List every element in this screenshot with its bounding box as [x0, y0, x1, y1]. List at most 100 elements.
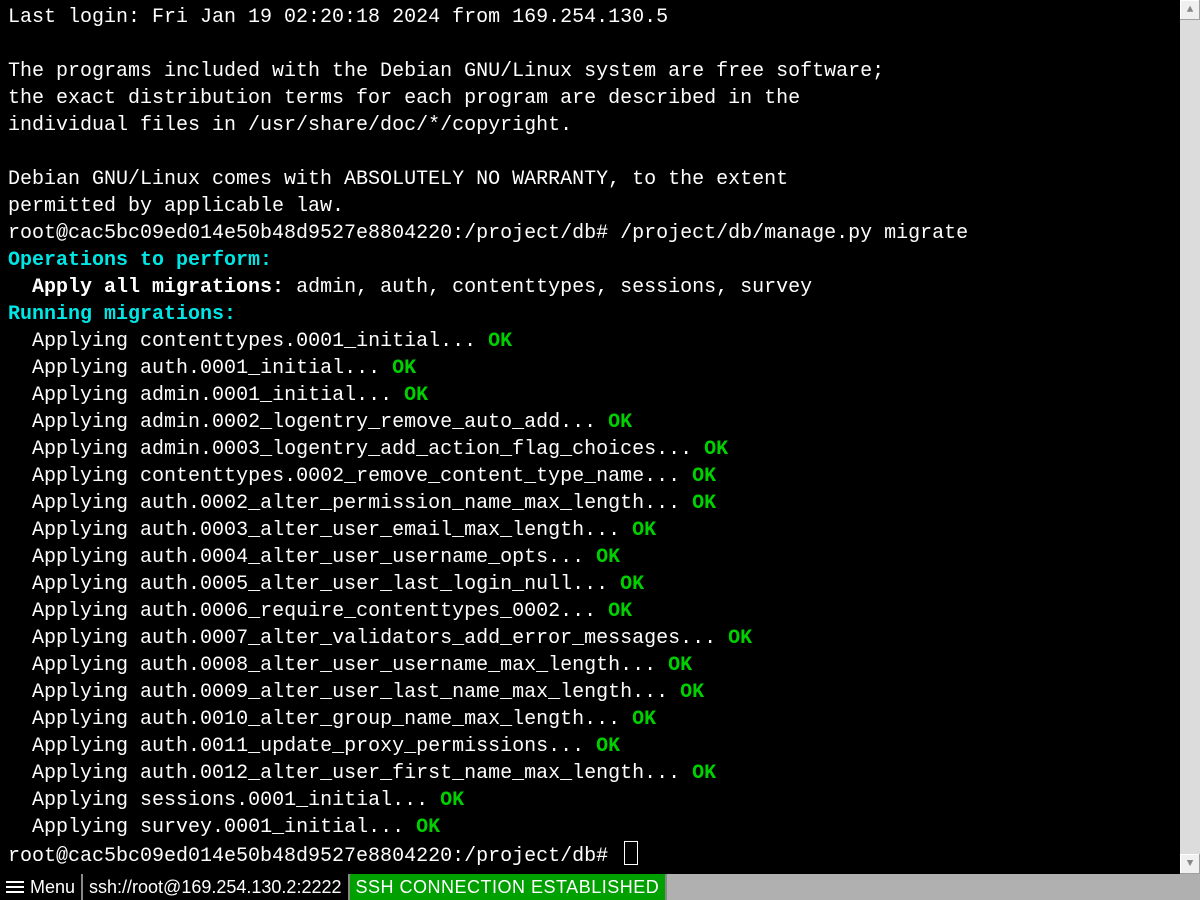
applying-dots: ...: [656, 438, 704, 461]
migration-name: auth.0002_alter_permission_name_max_leng…: [140, 492, 644, 515]
scroll-up-button[interactable]: ▲: [1180, 0, 1200, 20]
migrate-ops-header: Operations to perform:: [8, 247, 1176, 274]
motd-line: the exact distribution terms for each pr…: [8, 85, 1176, 112]
migration-ok: OK: [632, 519, 656, 542]
migrate-running-header: Running migrations:: [8, 301, 1176, 328]
migration-name: admin.0003_logentry_add_action_flag_choi…: [140, 438, 656, 461]
menu-label: Menu: [30, 874, 75, 900]
applying-dots: ...: [368, 816, 416, 839]
migration-row: Applying auth.0007_alter_validators_add_…: [8, 625, 1176, 652]
migration-row: Applying auth.0011_update_proxy_permissi…: [8, 733, 1176, 760]
applying-dots: ...: [680, 627, 728, 650]
migration-name: auth.0010_alter_group_name_max_length: [140, 708, 584, 731]
terminal-viewport[interactable]: Last login: Fri Jan 19 02:20:18 2024 fro…: [0, 0, 1180, 874]
motd-line: Debian GNU/Linux comes with ABSOLUTELY N…: [8, 166, 1176, 193]
migration-ok: OK: [596, 735, 620, 758]
migration-row: Applying contenttypes.0002_remove_conten…: [8, 463, 1176, 490]
migration-name: contenttypes.0001_initial: [140, 330, 440, 353]
migration-name: sessions.0001_initial: [140, 789, 392, 812]
applying-dots: ...: [560, 600, 608, 623]
motd-line: The programs included with the Debian GN…: [8, 58, 1176, 85]
connection-url[interactable]: ssh://root@169.254.130.2:2222: [83, 874, 349, 900]
migration-name: auth.0006_require_contenttypes_0002: [140, 600, 560, 623]
status-bar: Menu ssh://root@169.254.130.2:2222 SSH C…: [0, 874, 1200, 900]
motd-line: permitted by applicable law.: [8, 193, 1176, 220]
migration-row: Applying admin.0001_initial... OK: [8, 382, 1176, 409]
applying-dots: ...: [584, 708, 632, 731]
applying-prefix: Applying: [8, 816, 140, 839]
applying-prefix: Applying: [8, 465, 140, 488]
migration-ok: OK: [488, 330, 512, 353]
migration-row: Applying auth.0002_alter_permission_name…: [8, 490, 1176, 517]
migration-row: Applying sessions.0001_initial... OK: [8, 787, 1176, 814]
migration-ok: OK: [392, 357, 416, 380]
vertical-scrollbar[interactable]: ▲ ▼: [1180, 0, 1200, 874]
applying-dots: ...: [572, 573, 620, 596]
migration-name: contenttypes.0002_remove_content_type_na…: [140, 465, 644, 488]
connection-url-text: ssh://root@169.254.130.2:2222: [89, 874, 341, 900]
migration-name: auth.0009_alter_user_last_name_max_lengt…: [140, 681, 632, 704]
migration-name: auth.0003_alter_user_email_max_length: [140, 519, 584, 542]
migration-row: Applying auth.0004_alter_user_username_o…: [8, 544, 1176, 571]
migration-name: admin.0002_logentry_remove_auto_add: [140, 411, 560, 434]
entered-command: /project/db/manage.py migrate: [620, 222, 968, 245]
applying-dots: ...: [632, 681, 680, 704]
applying-dots: ...: [584, 519, 632, 542]
hamburger-icon: [6, 878, 24, 896]
applying-prefix: Applying: [8, 627, 140, 650]
applying-dots: ...: [440, 330, 488, 353]
motd-line: [8, 31, 1176, 58]
applying-dots: ...: [620, 654, 668, 677]
applying-dots: ...: [356, 384, 404, 407]
migration-ok: OK: [668, 654, 692, 677]
migration-row: Applying auth.0001_initial... OK: [8, 355, 1176, 382]
terminal-output[interactable]: Last login: Fri Jan 19 02:20:18 2024 fro…: [0, 0, 1180, 874]
terminal-cursor[interactable]: [624, 841, 638, 865]
migration-ok: OK: [692, 465, 716, 488]
migrate-apply-line: Apply all migrations: admin, auth, conte…: [8, 274, 1176, 301]
migration-name: auth.0001_initial: [140, 357, 344, 380]
migration-ok: OK: [608, 411, 632, 434]
terminal-window: Last login: Fri Jan 19 02:20:18 2024 fro…: [0, 0, 1200, 900]
motd-line: Last login: Fri Jan 19 02:20:18 2024 fro…: [8, 4, 1176, 31]
shell-prompt: root@cac5bc09ed014e50b48d9527e8804220:/p…: [8, 845, 620, 868]
migration-row: Applying admin.0002_logentry_remove_auto…: [8, 409, 1176, 436]
applying-prefix: Applying: [8, 384, 140, 407]
migration-name: auth.0008_alter_user_username_max_length: [140, 654, 620, 677]
migration-row: Applying auth.0008_alter_user_username_m…: [8, 652, 1176, 679]
applying-prefix: Applying: [8, 735, 140, 758]
applying-prefix: Applying: [8, 330, 140, 353]
migration-ok: OK: [608, 600, 632, 623]
applying-dots: ...: [560, 411, 608, 434]
migration-row: Applying auth.0010_alter_group_name_max_…: [8, 706, 1176, 733]
applying-prefix: Applying: [8, 519, 140, 542]
scroll-down-button[interactable]: ▼: [1180, 854, 1200, 874]
applying-dots: ...: [548, 735, 596, 758]
migration-name: auth.0004_alter_user_username_opts: [140, 546, 548, 569]
migration-row: Applying auth.0009_alter_user_last_name_…: [8, 679, 1176, 706]
migration-name: auth.0007_alter_validators_add_error_mes…: [140, 627, 680, 650]
ssh-status-badge: SSH CONNECTION ESTABLISHED: [350, 874, 668, 900]
migration-row: Applying admin.0003_logentry_add_action_…: [8, 436, 1176, 463]
prompt-line: root@cac5bc09ed014e50b48d9527e8804220:/p…: [8, 841, 1176, 870]
menu-button[interactable]: Menu: [0, 874, 83, 900]
migration-ok: OK: [632, 708, 656, 731]
migration-row: Applying survey.0001_initial... OK: [8, 814, 1176, 841]
applying-prefix: Applying: [8, 600, 140, 623]
migration-ok: OK: [416, 816, 440, 839]
apply-all-label: Apply all migrations:: [8, 276, 296, 299]
applying-prefix: Applying: [8, 438, 140, 461]
migration-row: Applying auth.0005_alter_user_last_login…: [8, 571, 1176, 598]
migration-ok: OK: [404, 384, 428, 407]
applying-dots: ...: [644, 465, 692, 488]
applying-prefix: Applying: [8, 762, 140, 785]
apply-all-list: admin, auth, contenttypes, sessions, sur…: [296, 276, 812, 299]
applying-prefix: Applying: [8, 681, 140, 704]
migration-ok: OK: [692, 762, 716, 785]
chevron-up-icon: ▲: [1187, 0, 1194, 24]
applying-prefix: Applying: [8, 654, 140, 677]
ssh-status-text: SSH CONNECTION ESTABLISHED: [356, 874, 660, 900]
migration-ok: OK: [692, 492, 716, 515]
shell-prompt: root@cac5bc09ed014e50b48d9527e8804220:/p…: [8, 222, 620, 245]
migration-name: admin.0001_initial: [140, 384, 356, 407]
